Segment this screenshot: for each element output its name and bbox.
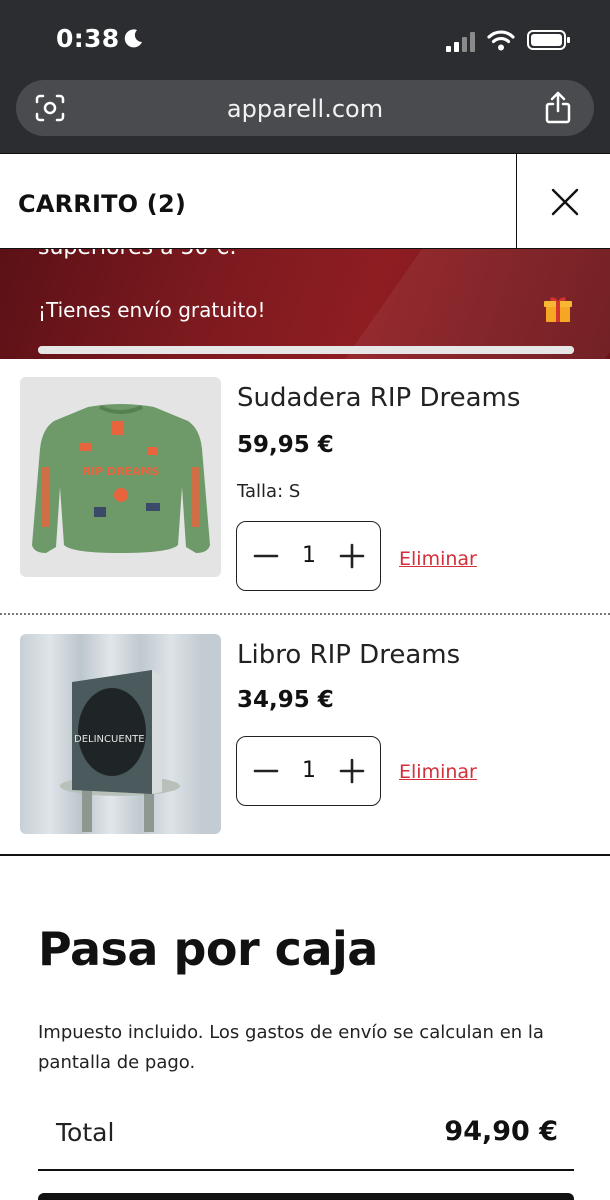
product-image-book[interactable]: DELINCUENTE [20, 634, 221, 834]
checkout-section: Pasa por caja Impuesto incluido. Los gas… [0, 854, 610, 1200]
share-icon[interactable] [542, 91, 574, 125]
remove-link[interactable]: Eliminar [399, 548, 477, 570]
close-button[interactable] [516, 154, 610, 249]
item-variant: Talla: S [237, 481, 301, 502]
checkout-title: Pasa por caja [38, 922, 378, 976]
tax-shipping-note: Impuesto incluido. Los gastos de envío s… [38, 1022, 544, 1073]
checkout-button[interactable] [38, 1193, 574, 1200]
item-price: 59,95 € [237, 432, 334, 458]
quantity-value[interactable]: 1 [293, 758, 325, 783]
minus-icon[interactable] [249, 754, 283, 788]
status-time: 0:38 [56, 24, 120, 53]
cart-drawer: CARRITO (2) superiores a 50 €. ¡Tienes e… [0, 153, 610, 1200]
svg-text:DELINCUENTE: DELINCUENTE [74, 734, 145, 745]
item-price: 34,95 € [237, 687, 334, 713]
item-name[interactable]: Libro RIP Dreams [237, 640, 460, 670]
cart-item: DELINCUENTE Libro RIP Dreams 34,95 € 1 E… [0, 615, 610, 855]
address-bar[interactable]: apparell.com [16, 80, 594, 136]
book-image: DELINCUENTE [60, 670, 180, 832]
shipping-progress-bar [38, 346, 574, 354]
free-shipping-banner: superiores a 50 €. ¡Tienes envío gratuit… [0, 249, 610, 359]
gift-icon [544, 297, 572, 322]
product-image-sweatshirt[interactable]: RIP DREAMS [20, 377, 221, 577]
quantity-stepper: 1 [236, 736, 381, 806]
plus-icon[interactable] [335, 539, 369, 573]
shipping-progress-fill [38, 346, 574, 354]
signal-icon [446, 32, 475, 52]
minus-icon[interactable] [249, 539, 283, 573]
wifi-icon [487, 30, 515, 51]
url-text: apparell.com [226, 95, 384, 123]
divider [38, 1169, 574, 1171]
item-name[interactable]: Sudadera RIP Dreams [237, 383, 520, 413]
cart-header: CARRITO (2) [0, 153, 610, 249]
quantity-value[interactable]: 1 [293, 543, 325, 568]
quantity-stepper: 1 [236, 521, 381, 591]
total-label: Total [56, 1118, 115, 1147]
banner-message: ¡Tienes envío gratuito! [38, 298, 266, 322]
moon-icon [124, 29, 142, 48]
sweatshirt-image: RIP DREAMS [32, 404, 210, 553]
cart-item: RIP DREAMS Sudadera RIP Dreams 59,95 € T… [0, 359, 610, 615]
close-icon[interactable] [551, 188, 579, 216]
svg-text:RIP DREAMS: RIP DREAMS [83, 465, 160, 478]
banner-threshold-text: superiores a 50 €. [38, 249, 237, 260]
plus-icon[interactable] [335, 754, 369, 788]
remove-link[interactable]: Eliminar [399, 761, 477, 783]
total-value: 94,90 € [444, 1116, 558, 1147]
cart-title: CARRITO (2) [18, 190, 187, 218]
battery-icon [527, 30, 570, 50]
browser-chrome: 0:38 apparell.com [0, 0, 610, 153]
